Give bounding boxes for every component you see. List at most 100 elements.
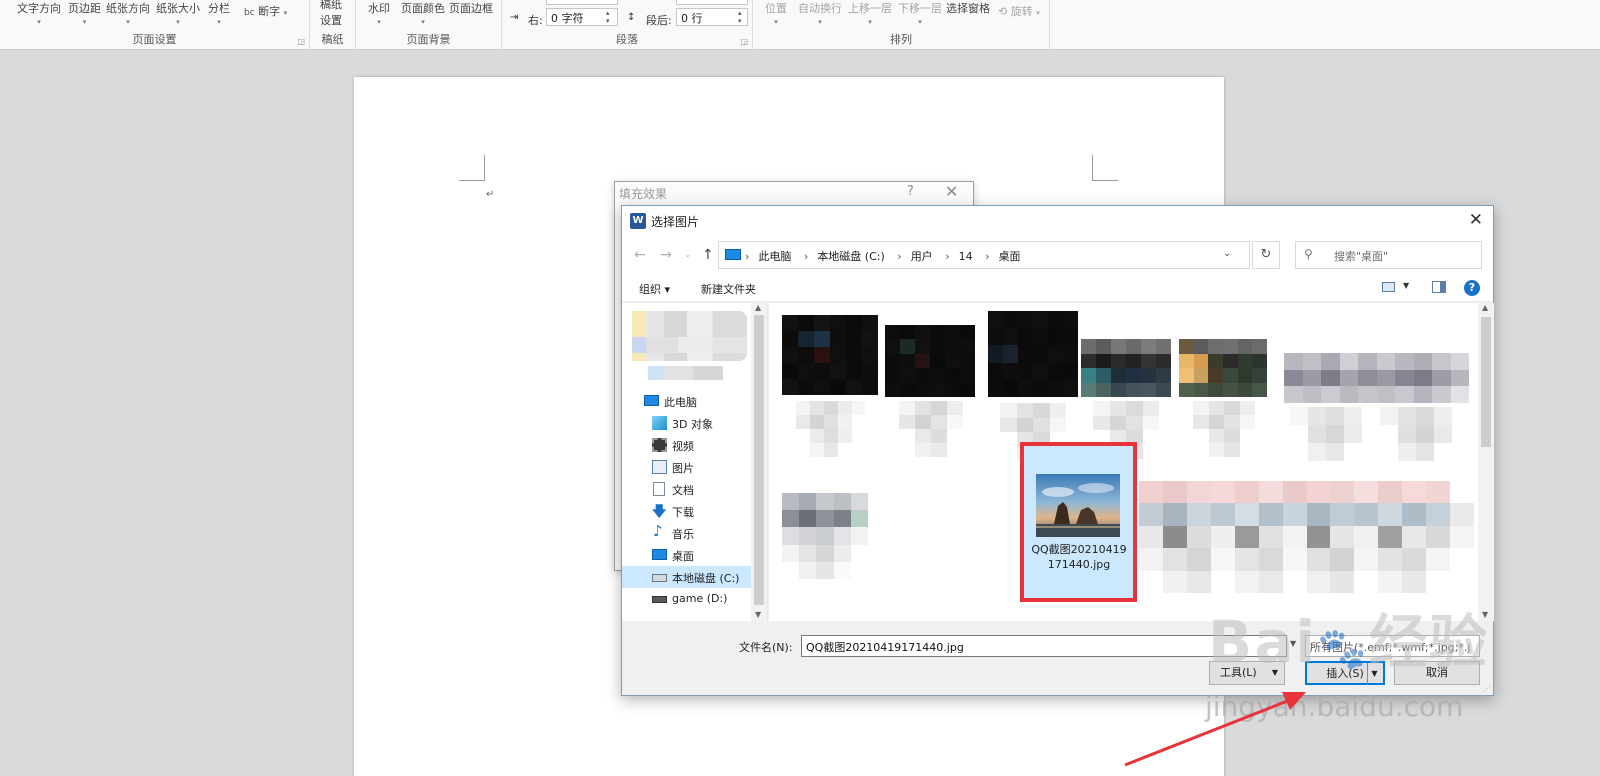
recent-dropdown-icon[interactable]: ⌄: [684, 250, 692, 260]
breadcrumb-item[interactable]: 用户: [911, 250, 933, 263]
margins-button[interactable]: 页边距 ▾: [68, 0, 101, 26]
download-icon: 🡇: [652, 504, 667, 520]
indent-left-input[interactable]: [546, 0, 618, 5]
back-arrow-icon[interactable]: ←: [634, 247, 646, 263]
blurred-quick-access: [632, 337, 747, 353]
sidebar-item-local-disk-c[interactable]: 本地磁盘 (C:): [622, 566, 767, 588]
orientation-button[interactable]: 纸张方向 ▾: [106, 0, 150, 26]
blurred-file-tile[interactable]: [1139, 481, 1474, 601]
dialog-launcher-icon[interactable]: ◲: [297, 37, 305, 46]
ribbon-group-draft: 稿纸 设置 稿纸: [310, 0, 356, 50]
sidebar-item-game-d[interactable]: game (D:): [622, 588, 767, 610]
blurred-file-tile[interactable]: [782, 315, 878, 465]
page-color-button[interactable]: 页面颜色 ▾: [401, 0, 445, 26]
close-icon[interactable]: ✕: [945, 182, 958, 201]
sidebar-item-3d-objects[interactable]: 3D 对象: [622, 412, 767, 434]
watermark-button[interactable]: 水印 ▾: [368, 0, 390, 26]
spin-arrows-icon[interactable]: ▴ ▾: [738, 9, 746, 25]
dialog-launcher-icon[interactable]: ◲: [740, 37, 748, 46]
dialog-title: 选择图片: [651, 215, 700, 229]
filename-label: 文件名(N):: [739, 641, 793, 654]
help-icon[interactable]: ?: [1464, 280, 1480, 296]
draft-settings-button[interactable]: 稿纸 设置: [320, 0, 342, 29]
new-folder-button[interactable]: 新建文件夹: [701, 281, 756, 297]
scrollbar-thumb[interactable]: [1481, 317, 1491, 447]
sidebar-item-desktop[interactable]: 桌面: [622, 544, 767, 566]
help-icon[interactable]: ?: [907, 184, 914, 199]
file-list[interactable]: QQ截图20210419171440.jpg: [769, 303, 1478, 621]
sidebar-item-downloads[interactable]: 🡇 下载: [622, 500, 767, 522]
hyphenation-button[interactable]: bc 断字 ▾: [244, 3, 287, 19]
position-button[interactable]: 位置 ▾: [765, 0, 787, 26]
up-arrow-icon[interactable]: ↑: [702, 247, 714, 263]
scroll-up-icon[interactable]: ▲: [1482, 303, 1488, 312]
paper-size-button[interactable]: 纸张大小 ▾: [156, 0, 200, 26]
sidebar-item-videos[interactable]: 视频: [622, 434, 767, 456]
resize-grip-icon[interactable]: ⋰: [1483, 684, 1491, 693]
spin-arrows-icon[interactable]: ▴ ▾: [606, 9, 614, 25]
drive-icon: [652, 596, 667, 603]
chevron-down-icon[interactable]: ⌄: [1223, 248, 1231, 259]
view-mode-icon[interactable]: [1382, 282, 1395, 292]
organize-button[interactable]: 组织 ▾: [639, 281, 670, 297]
navigation-pane[interactable]: 此电脑 3D 对象 视频 图片 文档 🡇 下载 ♪ 音乐 桌面 本地磁盘 (C:…: [622, 303, 768, 621]
address-bar[interactable]: › 此电脑 › 本地磁盘 (C:) › 用户 › 14 › 桌面 ⌄: [718, 241, 1250, 269]
space-after-label: 段后:: [646, 14, 672, 27]
send-backward-button[interactable]: 下移一层 ▾: [898, 0, 942, 26]
indent-right-label: 右:: [528, 14, 543, 27]
chevron-down-icon[interactable]: ▼: [1403, 281, 1409, 290]
breadcrumb: › 此电脑 › 本地磁盘 (C:) › 用户 › 14 › 桌面: [745, 250, 1021, 263]
file-list-scrollbar[interactable]: ▲ ▼: [1478, 303, 1494, 621]
sidebar-scrollbar[interactable]: ▲ ▼: [751, 303, 767, 621]
file-name-label: QQ截图20210419171440.jpg: [1031, 543, 1127, 571]
dialog-toolbar: 组织 ▾ 新建文件夹 ▼ ?: [622, 276, 1493, 302]
document-icon: [653, 482, 665, 496]
breadcrumb-item[interactable]: 本地磁盘 (C:): [817, 250, 884, 263]
wrap-text-button[interactable]: 自动换行 ▾: [798, 0, 842, 26]
scrollbar-thumb[interactable]: [754, 315, 764, 605]
picture-icon: [652, 460, 667, 474]
watermark-url: jingyan.baidu.com: [1205, 690, 1464, 723]
breadcrumb-item[interactable]: 14: [959, 250, 973, 263]
blurred-file-tile[interactable]: [782, 493, 870, 583]
breadcrumb-item[interactable]: 此电脑: [758, 250, 791, 263]
scroll-down-icon[interactable]: ▼: [755, 610, 761, 619]
scroll-up-icon[interactable]: ▲: [755, 303, 761, 312]
page-border-button[interactable]: 页面边框: [449, 0, 493, 16]
sidebar-item-label: game (D:): [672, 592, 728, 605]
dialog-titlebar[interactable]: W 选择图片 ✕: [622, 206, 1493, 236]
search-input[interactable]: ⚲ 搜索"桌面": [1295, 241, 1482, 269]
group-title-arrange: 排列: [890, 33, 912, 46]
preview-pane-icon[interactable]: [1432, 281, 1446, 293]
refresh-button[interactable]: ↻: [1252, 241, 1280, 269]
video-icon: [652, 438, 667, 452]
sidebar-item-this-pc[interactable]: 此电脑: [622, 390, 767, 412]
columns-button[interactable]: 分栏 ▾: [208, 0, 230, 26]
desktop-icon: [652, 549, 667, 560]
bring-forward-button[interactable]: 上移一层 ▾: [848, 0, 892, 26]
sidebar-item-documents[interactable]: 文档: [622, 478, 767, 500]
rotate-icon: ⟲: [998, 5, 1008, 18]
text-direction-button[interactable]: 文字方向 ▾: [17, 0, 61, 26]
selected-file-tile[interactable]: QQ截图20210419171440.jpg: [1020, 442, 1137, 602]
blurred-file-tile[interactable]: [885, 325, 977, 465]
sidebar-item-pictures[interactable]: 图片: [622, 456, 767, 478]
breadcrumb-item[interactable]: 桌面: [999, 250, 1021, 263]
sidebar-item-label: 文档: [672, 484, 694, 497]
selection-pane-button[interactable]: 选择窗格: [946, 0, 990, 16]
group-title-paragraph: 段落: [616, 33, 638, 46]
rotate-button[interactable]: ⟲ 旋转 ▾: [998, 3, 1040, 19]
file-thumbnail: [1036, 474, 1120, 537]
blurred-file-tile[interactable]: [1284, 353, 1478, 465]
sidebar-item-music[interactable]: ♪ 音乐: [622, 522, 767, 544]
group-title-page-setup: 页面设置: [132, 33, 177, 46]
drive-icon: [652, 574, 667, 582]
fill-effects-title: 填充效果: [619, 187, 668, 201]
space-before-input[interactable]: [676, 0, 748, 5]
close-icon[interactable]: ✕: [1469, 210, 1483, 230]
indent-right-icon: ⇥: [510, 12, 519, 23]
ribbon-group-background: 水印 ▾ 页面颜色 ▾ 页面边框 页面背景: [356, 0, 502, 50]
forward-arrow-icon[interactable]: →: [660, 247, 672, 263]
blurred-file-tile[interactable]: [1179, 339, 1271, 465]
margin-corner-marker: [459, 155, 485, 181]
